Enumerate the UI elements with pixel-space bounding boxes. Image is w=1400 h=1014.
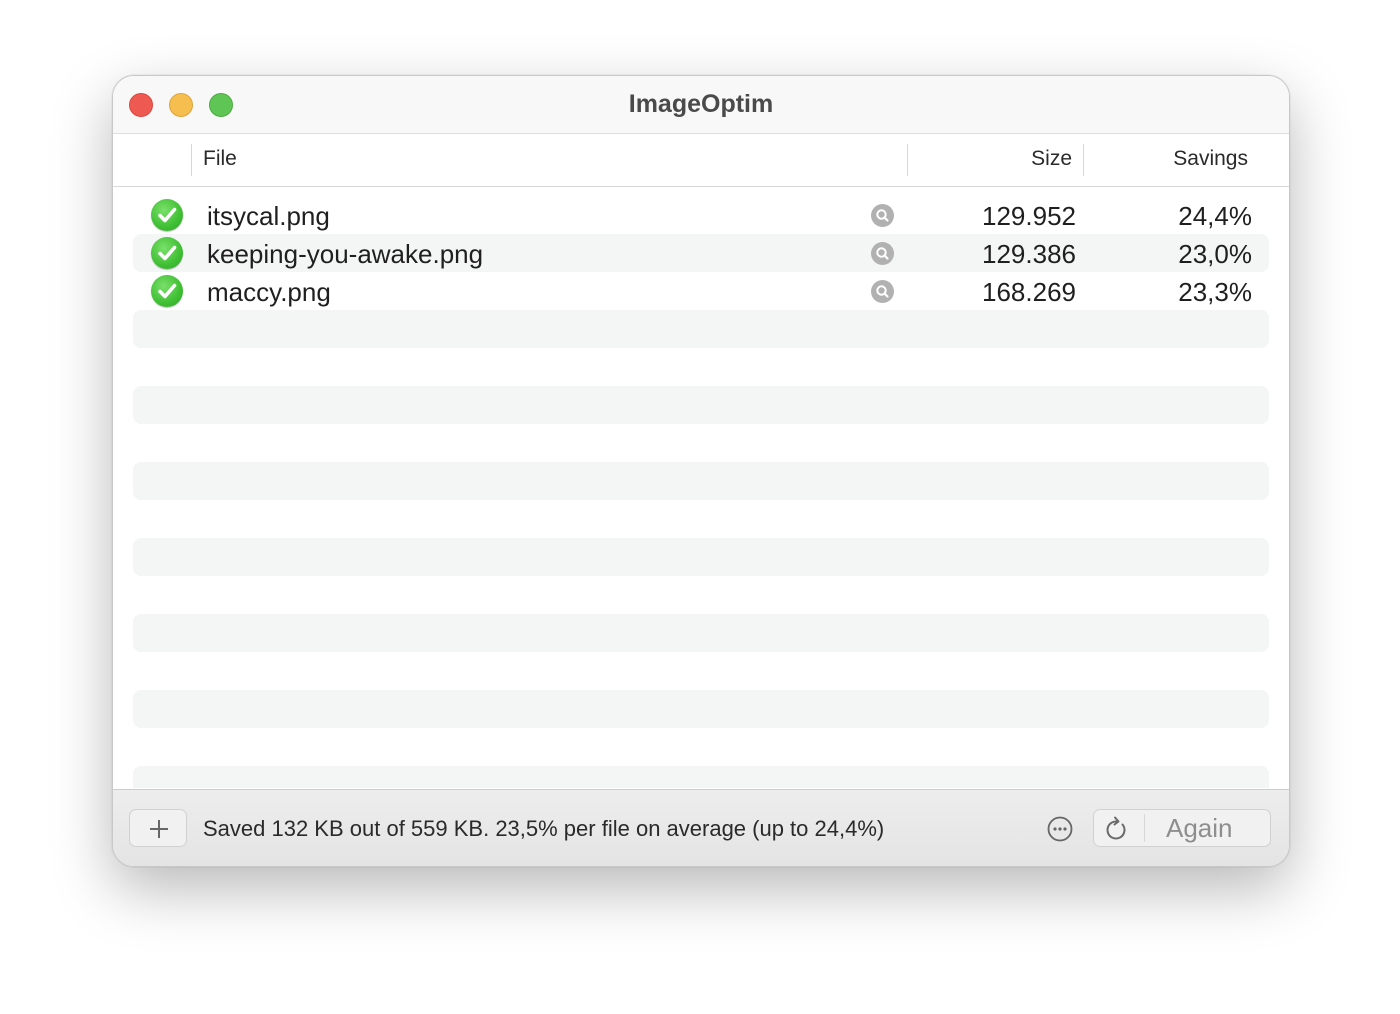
file-savings: 23,0%	[1178, 239, 1252, 269]
button-divider	[1144, 814, 1145, 842]
magnifier-icon[interactable]	[871, 280, 894, 303]
column-header-file[interactable]: File	[203, 147, 237, 171]
ellipsis-circle-icon[interactable]	[1047, 816, 1073, 842]
status-bar: Saved 132 KB out of 559 KB. 23,5% per fi…	[113, 789, 1289, 866]
file-name: keeping-you-awake.png	[207, 239, 484, 269]
savings-summary: Saved 132 KB out of 559 KB. 23,5% per fi…	[203, 816, 885, 841]
file-savings: 23,3%	[1178, 277, 1252, 307]
file-size: 129.386	[982, 239, 1076, 269]
checkmark-icon	[151, 199, 183, 231]
row-stripe	[133, 538, 1269, 576]
again-label: Again	[1166, 813, 1233, 843]
plus-icon	[150, 820, 168, 838]
checkmark-icon	[151, 237, 183, 269]
file-list: itsycal.png 129.952 24,4% keeping-you-aw…	[133, 196, 1269, 788]
table-row[interactable]: maccy.png 168.269 23,3%	[133, 272, 1269, 310]
refresh-icon	[1106, 816, 1126, 840]
row-stripe	[133, 310, 1269, 348]
again-button[interactable]: Again	[1093, 809, 1271, 847]
file-savings: 24,4%	[1178, 201, 1252, 231]
column-header-size[interactable]: Size	[1031, 147, 1072, 171]
row-stripe	[133, 766, 1269, 788]
column-divider	[1083, 144, 1084, 176]
row-stripe	[133, 386, 1269, 424]
magnifier-icon[interactable]	[871, 204, 894, 227]
table-row[interactable]: keeping-you-awake.png 129.386 23,0%	[133, 234, 1269, 272]
title-bar: ImageOptim	[113, 76, 1289, 134]
column-divider	[907, 144, 908, 176]
column-divider	[191, 144, 192, 176]
file-name: maccy.png	[207, 277, 331, 307]
app-window: ImageOptim File Size Savings itsycal.png…	[112, 75, 1290, 867]
add-files-button[interactable]	[129, 809, 187, 847]
window-title: ImageOptim	[628, 90, 774, 118]
file-name: itsycal.png	[207, 201, 330, 231]
row-stripe	[133, 690, 1269, 728]
file-size: 168.269	[982, 277, 1076, 307]
table-header: File Size Savings	[113, 134, 1289, 187]
table-row[interactable]: itsycal.png 129.952 24,4%	[133, 196, 1269, 234]
column-header-savings[interactable]: Savings	[1173, 147, 1248, 171]
row-stripe	[133, 462, 1269, 500]
row-stripe	[133, 614, 1269, 652]
file-size: 129.952	[982, 201, 1076, 231]
magnifier-icon[interactable]	[871, 242, 894, 265]
checkmark-icon	[151, 275, 183, 307]
